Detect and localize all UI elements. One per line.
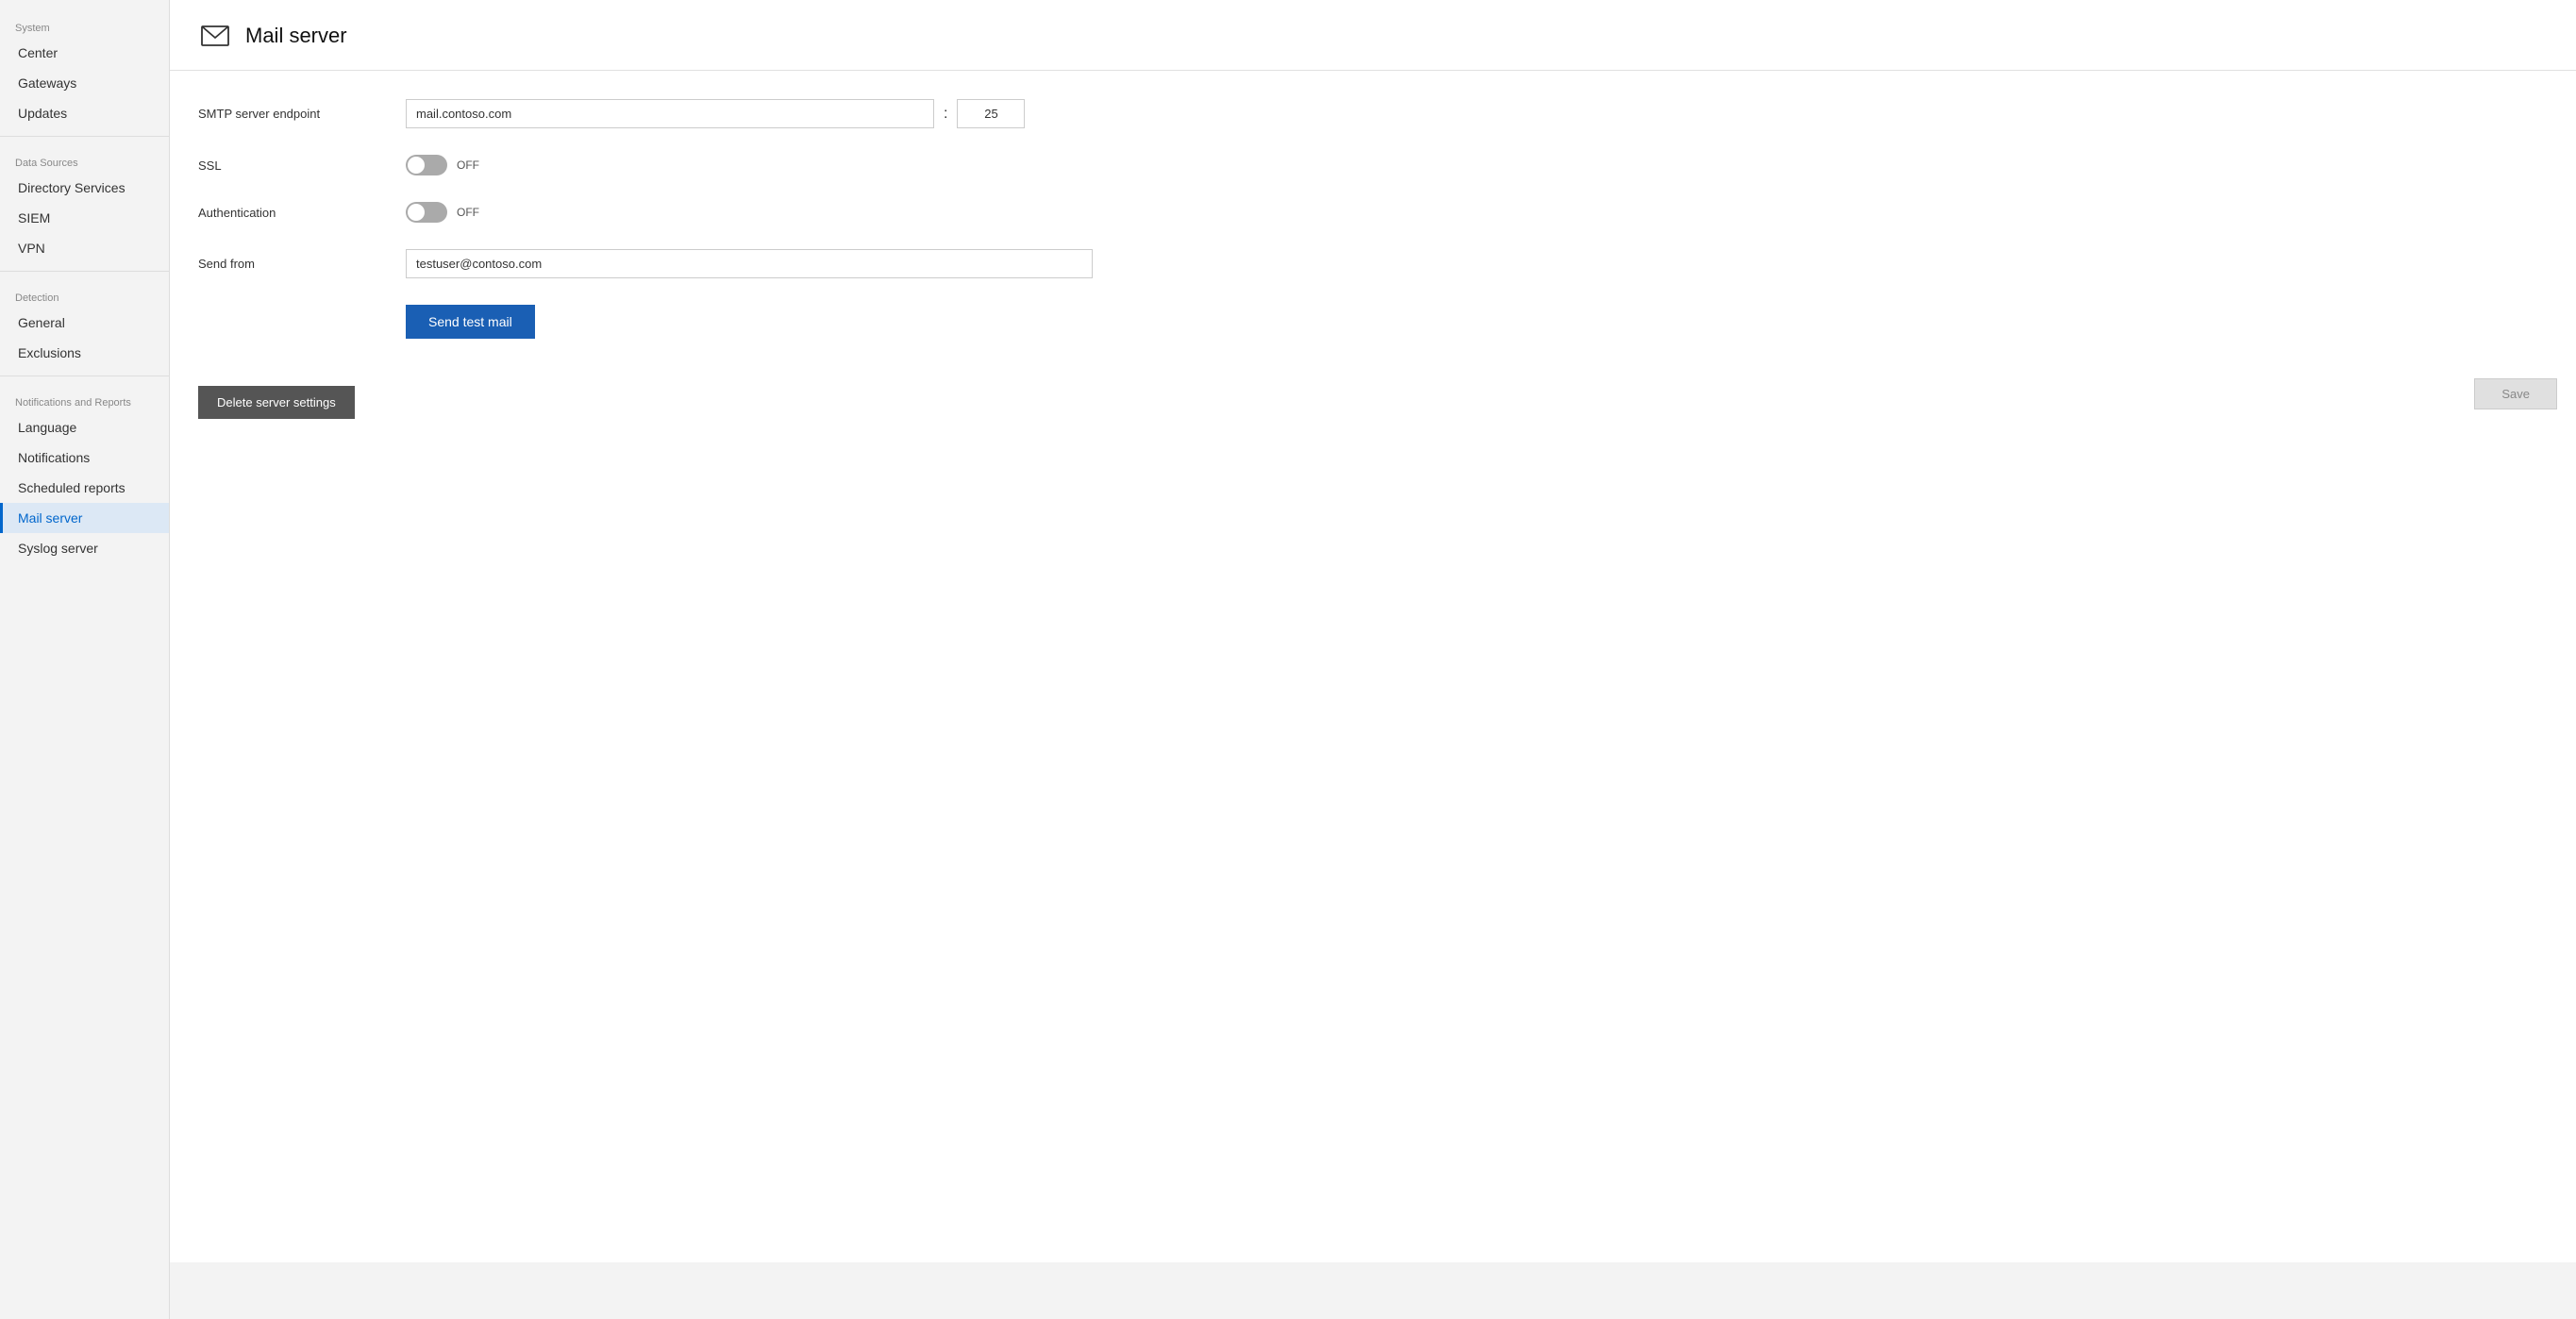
sidebar-section-label-system: System [0,9,169,38]
auth-toggle[interactable] [406,202,447,223]
ssl-toggle-label: OFF [457,159,479,172]
form-area: SMTP server endpoint : SSL OFF [170,71,2576,367]
sidebar-item-center[interactable]: Center [0,38,169,68]
send-test-row: Send test mail [198,305,2548,339]
auth-slider [406,202,447,223]
sidebar-item-siem[interactable]: SIEM [0,203,169,233]
send-test-control: Send test mail [406,305,535,339]
auth-control: OFF [406,202,479,223]
smtp-label: SMTP server endpoint [198,107,406,121]
sidebar-item-scheduled-reports[interactable]: Scheduled reports [0,473,169,503]
sidebar-item-exclusions[interactable]: Exclusions [0,338,169,368]
auth-toggle-container: OFF [406,202,479,223]
sidebar-item-mail-server[interactable]: Mail server [0,503,169,533]
page-title: Mail server [245,24,347,48]
send-test-mail-button[interactable]: Send test mail [406,305,535,339]
save-button[interactable]: Save [2474,378,2557,409]
ssl-label: SSL [198,159,406,173]
divider-1 [0,271,169,272]
sendfrom-control [406,249,1093,278]
auth-label: Authentication [198,206,406,220]
sidebar-item-general[interactable]: General [0,308,169,338]
smtp-input[interactable] [406,99,934,128]
ssl-toggle-container: OFF [406,155,479,175]
sidebar-item-updates[interactable]: Updates [0,98,169,128]
sendfrom-input[interactable] [406,249,1093,278]
sendfrom-row: Send from [198,249,2548,278]
ssl-row: SSL OFF [198,155,2548,175]
sendfrom-label: Send from [198,257,406,271]
sidebar-item-notifications[interactable]: Notifications [0,442,169,473]
sidebar-section-label-detection: Detection [0,279,169,308]
port-input[interactable] [957,99,1025,128]
port-separator: : [944,106,947,123]
ssl-slider [406,155,447,175]
auth-toggle-label: OFF [457,206,479,219]
sidebar-section-label-notifications-and-reports: Notifications and Reports [0,384,169,412]
sidebar-item-language[interactable]: Language [0,412,169,442]
smtp-control: : [406,99,1025,128]
sidebar-item-vpn[interactable]: VPN [0,233,169,263]
actions-row: Delete server settings Save [170,367,2576,438]
divider-0 [0,136,169,137]
page-panel: Mail server SMTP server endpoint : SSL [170,0,2576,1262]
sidebar: SystemCenterGatewaysUpdatesData SourcesD… [0,0,170,1319]
sidebar-item-gateways[interactable]: Gateways [0,68,169,98]
sidebar-item-directory-services[interactable]: Directory Services [0,173,169,203]
main-content: Mail server SMTP server endpoint : SSL [170,0,2576,1319]
auth-row: Authentication OFF [198,202,2548,223]
smtp-row: SMTP server endpoint : [198,99,2548,128]
delete-server-settings-button[interactable]: Delete server settings [198,386,355,419]
ssl-toggle[interactable] [406,155,447,175]
sidebar-item-syslog-server[interactable]: Syslog server [0,533,169,563]
mail-icon [198,19,232,53]
ssl-control: OFF [406,155,479,175]
sidebar-section-label-data-sources: Data Sources [0,144,169,173]
page-header: Mail server [170,0,2576,71]
